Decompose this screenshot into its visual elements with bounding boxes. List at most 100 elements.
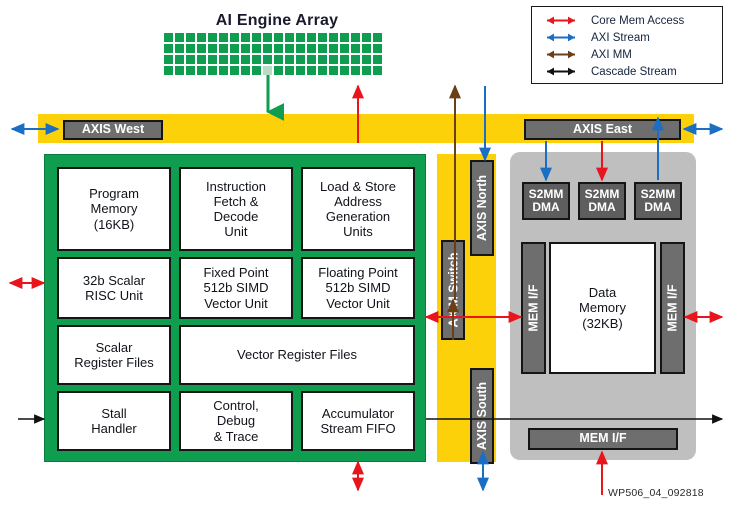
- ai-engine-tile[interactable]: [274, 66, 283, 75]
- ai-engine-tile[interactable]: [274, 55, 283, 64]
- ai-engine-tile[interactable]: [219, 66, 228, 75]
- core-unit-stall-handler[interactable]: Stall Handler: [57, 391, 171, 451]
- ai-engine-tile[interactable]: [285, 44, 294, 53]
- core-unit-instruction-fetch-decode-unit[interactable]: Instruction Fetch & Decode Unit: [179, 167, 293, 251]
- ai-engine-tile[interactable]: [307, 55, 316, 64]
- ai-engine-tile[interactable]: [164, 44, 173, 53]
- ai-engine-tile[interactable]: [296, 66, 305, 75]
- ai-engine-tile[interactable]: [329, 44, 338, 53]
- ai-engine-tile[interactable]: [241, 55, 250, 64]
- ai-engine-tile[interactable]: [340, 55, 349, 64]
- s2mm-dma-2[interactable]: S2MM DMA: [634, 182, 682, 220]
- ai-engine-tile[interactable]: [373, 44, 382, 53]
- ai-engine-tile[interactable]: [164, 66, 173, 75]
- ai-engine-tile[interactable]: [318, 44, 327, 53]
- core-unit-vector-register-files[interactable]: Vector Register Files: [179, 325, 415, 385]
- ai-engine-tile[interactable]: [230, 55, 239, 64]
- ai-engine-tile[interactable]: [197, 55, 206, 64]
- core-unit-control-debug-trace[interactable]: Control, Debug & Trace: [179, 391, 293, 451]
- ai-engine-tile[interactable]: [285, 55, 294, 64]
- ai-engine-tile[interactable]: [186, 44, 195, 53]
- ai-engine-tile[interactable]: [263, 44, 272, 53]
- mem-if-left[interactable]: MEM I/F: [521, 242, 546, 374]
- ai-engine-tile[interactable]: [208, 44, 217, 53]
- ai-engine-tile[interactable]: [274, 44, 283, 53]
- ai-engine-tile[interactable]: [318, 33, 327, 42]
- core-unit-accumulator-stream-fifo[interactable]: Accumulator Stream FIFO: [301, 391, 415, 451]
- ai-engine-tile[interactable]: [340, 44, 349, 53]
- ai-engine-tile[interactable]: [230, 66, 239, 75]
- ai-engine-tile[interactable]: [351, 33, 360, 42]
- ai-engine-tile[interactable]: [197, 33, 206, 42]
- ai-engine-tile[interactable]: [307, 33, 316, 42]
- axis-east-node[interactable]: AXIS East: [524, 119, 681, 140]
- core-unit-load-store-address-generation-units[interactable]: Load & Store Address Generation Units: [301, 167, 415, 251]
- data-memory-block[interactable]: Data Memory (32KB): [549, 242, 656, 374]
- ai-engine-tile[interactable]: [263, 33, 272, 42]
- ai-engine-tile[interactable]: [296, 44, 305, 53]
- axim-switch-block[interactable]: AXIM Switch: [441, 240, 465, 340]
- ai-engine-tile[interactable]: [230, 33, 239, 42]
- ai-engine-tile[interactable]: [351, 55, 360, 64]
- ai-engine-tile[interactable]: [318, 55, 327, 64]
- ai-engine-tile[interactable]: [263, 66, 272, 75]
- ai-engine-tile[interactable]: [362, 33, 371, 42]
- ai-engine-tile[interactable]: [307, 66, 316, 75]
- ai-engine-tile[interactable]: [263, 55, 272, 64]
- ai-engine-tile[interactable]: [252, 44, 261, 53]
- ai-engine-tile[interactable]: [164, 33, 173, 42]
- ai-engine-tile[interactable]: [362, 44, 371, 53]
- ai-engine-tile[interactable]: [362, 55, 371, 64]
- ai-engine-tile[interactable]: [351, 66, 360, 75]
- ai-engine-tile[interactable]: [340, 33, 349, 42]
- ai-engine-tile[interactable]: [186, 55, 195, 64]
- ai-engine-tile[interactable]: [373, 33, 382, 42]
- ai-engine-tile[interactable]: [252, 66, 261, 75]
- core-unit-fixed-point-512b-simd-vector-unit[interactable]: Fixed Point 512b SIMD Vector Unit: [179, 257, 293, 319]
- ai-engine-tile[interactable]: [362, 66, 371, 75]
- ai-engine-tile[interactable]: [274, 33, 283, 42]
- axis-west-node[interactable]: AXIS West: [63, 120, 163, 140]
- mem-if-bottom[interactable]: MEM I/F: [528, 428, 678, 450]
- s2mm-dma-0[interactable]: S2MM DMA: [522, 182, 570, 220]
- ai-engine-tile[interactable]: [219, 55, 228, 64]
- core-unit-scalar-register-files[interactable]: Scalar Register Files: [57, 325, 171, 385]
- s2mm-dma-1[interactable]: S2MM DMA: [578, 182, 626, 220]
- ai-engine-tile[interactable]: [252, 55, 261, 64]
- ai-engine-tile[interactable]: [373, 66, 382, 75]
- axis-north-block[interactable]: AXIS North: [470, 160, 494, 256]
- ai-engine-tile[interactable]: [175, 66, 184, 75]
- core-unit-program-memory-16kb[interactable]: Program Memory (16KB): [57, 167, 171, 251]
- ai-engine-tile[interactable]: [230, 44, 239, 53]
- mem-if-right[interactable]: MEM I/F: [660, 242, 685, 374]
- ai-engine-tile[interactable]: [197, 44, 206, 53]
- ai-engine-tile[interactable]: [208, 33, 217, 42]
- ai-engine-tile[interactable]: [329, 66, 338, 75]
- core-unit-32b-scalar-risc-unit[interactable]: 32b Scalar RISC Unit: [57, 257, 171, 319]
- ai-engine-tile[interactable]: [351, 44, 360, 53]
- ai-engine-tile[interactable]: [252, 33, 261, 42]
- ai-engine-tile[interactable]: [318, 66, 327, 75]
- ai-engine-tile[interactable]: [296, 55, 305, 64]
- ai-engine-tile[interactable]: [241, 44, 250, 53]
- axis-south-block[interactable]: AXIS South: [470, 368, 494, 464]
- ai-engine-tile[interactable]: [285, 33, 294, 42]
- ai-engine-tile[interactable]: [307, 44, 316, 53]
- ai-engine-tile[interactable]: [175, 55, 184, 64]
- ai-engine-tile[interactable]: [219, 33, 228, 42]
- ai-engine-tile[interactable]: [340, 66, 349, 75]
- ai-engine-tile[interactable]: [241, 33, 250, 42]
- ai-engine-tile[interactable]: [186, 33, 195, 42]
- ai-engine-tile[interactable]: [197, 66, 206, 75]
- ai-engine-tile[interactable]: [175, 33, 184, 42]
- ai-engine-tile[interactable]: [329, 55, 338, 64]
- ai-engine-tile[interactable]: [164, 55, 173, 64]
- ai-engine-tile[interactable]: [208, 55, 217, 64]
- ai-engine-tile[interactable]: [296, 33, 305, 42]
- ai-engine-tile[interactable]: [219, 44, 228, 53]
- ai-engine-tile[interactable]: [241, 66, 250, 75]
- ai-engine-tile[interactable]: [186, 66, 195, 75]
- ai-engine-tile[interactable]: [175, 44, 184, 53]
- ai-engine-tile[interactable]: [329, 33, 338, 42]
- core-unit-floating-point-512b-simd-vector-unit[interactable]: Floating Point 512b SIMD Vector Unit: [301, 257, 415, 319]
